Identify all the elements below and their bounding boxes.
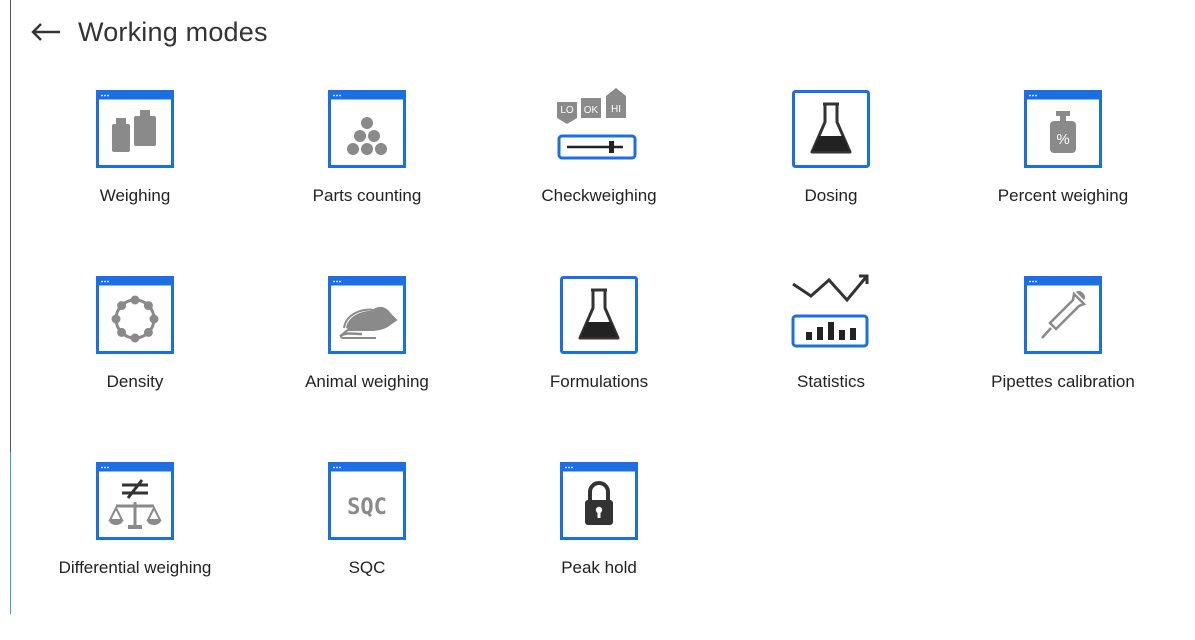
mode-tile-animal-weighing[interactable]: Animal weighing xyxy=(252,268,482,428)
percent-text: % xyxy=(1056,131,1069,148)
padlock-icon xyxy=(560,462,638,540)
mode-tile-statistics[interactable]: Statistics xyxy=(716,268,946,428)
back-button[interactable] xyxy=(22,8,70,56)
rat-icon xyxy=(328,276,406,354)
modes-row: Weighing Parts counting LO OK HI Checkwe… xyxy=(20,82,1190,268)
density-ring-icon xyxy=(96,276,174,354)
check-ok-text: OK xyxy=(584,105,599,116)
mode-label: Pipettes calibration xyxy=(991,372,1135,391)
parts-dots-icon xyxy=(328,90,406,168)
mode-tile-dosing[interactable]: Dosing xyxy=(716,82,946,242)
mode-label: Differential weighing xyxy=(58,558,212,577)
mode-label: Dosing xyxy=(804,186,858,205)
statistics-icon xyxy=(791,274,870,354)
mode-tile-checkweighing[interactable]: LO OK HI Checkweighing xyxy=(484,82,714,242)
mode-label: Checkweighing xyxy=(541,186,657,205)
mode-tile-density[interactable]: Density xyxy=(20,268,250,428)
mode-label: Peak hold xyxy=(561,558,637,577)
mode-label: Density xyxy=(106,372,164,391)
modes-grid: Weighing Parts counting LO OK HI Checkwe… xyxy=(20,82,1190,640)
modes-row: Density Animal weighing Formulations Sta… xyxy=(20,268,1190,454)
differential-scale-icon xyxy=(96,462,174,540)
page-title: Working modes xyxy=(78,16,268,47)
flask-icon xyxy=(792,90,870,168)
mode-label: Animal weighing xyxy=(305,372,429,391)
mode-label: Weighing xyxy=(99,186,171,205)
mode-tile-differential-weighing[interactable]: Differential weighing xyxy=(20,454,250,614)
pipette-icon xyxy=(1024,276,1102,354)
check-lo-text: LO xyxy=(560,105,574,116)
mode-tile-percent-weighing[interactable]: % Percent weighing xyxy=(948,82,1178,242)
flask-icon xyxy=(560,276,638,354)
mode-tile-pipettes-calibration[interactable]: Pipettes calibration xyxy=(948,268,1178,428)
header: Working modes xyxy=(22,8,268,56)
mode-tile-weighing[interactable]: Weighing xyxy=(20,82,250,242)
mode-tile-formulations[interactable]: Formulations xyxy=(484,268,714,428)
mode-tile-parts-counting[interactable]: Parts counting xyxy=(252,82,482,242)
screen-left-border xyxy=(10,0,11,452)
mode-label: Formulations xyxy=(549,372,649,391)
sqc-icon: SQC xyxy=(328,462,406,540)
weights-icon xyxy=(96,90,174,168)
check-hi-text: HI xyxy=(611,104,621,115)
mode-label: Percent weighing xyxy=(997,186,1129,205)
percent-weight-icon: % xyxy=(1024,90,1102,168)
modes-row: Differential weighing SQC SQC Peak hold xyxy=(20,454,1190,640)
arrow-left-icon xyxy=(31,23,60,41)
checkweighing-icon: LO OK HI xyxy=(557,88,638,168)
mode-tile-sqc[interactable]: SQC SQC xyxy=(252,454,482,614)
mode-label: Parts counting xyxy=(312,186,422,205)
mode-tile-peak-hold[interactable]: Peak hold xyxy=(484,454,714,614)
mode-label: Statistics xyxy=(796,372,866,391)
sqc-text: SQC xyxy=(347,495,387,520)
screen-left-border-accent xyxy=(10,452,11,614)
mode-label: SQC xyxy=(348,558,386,577)
